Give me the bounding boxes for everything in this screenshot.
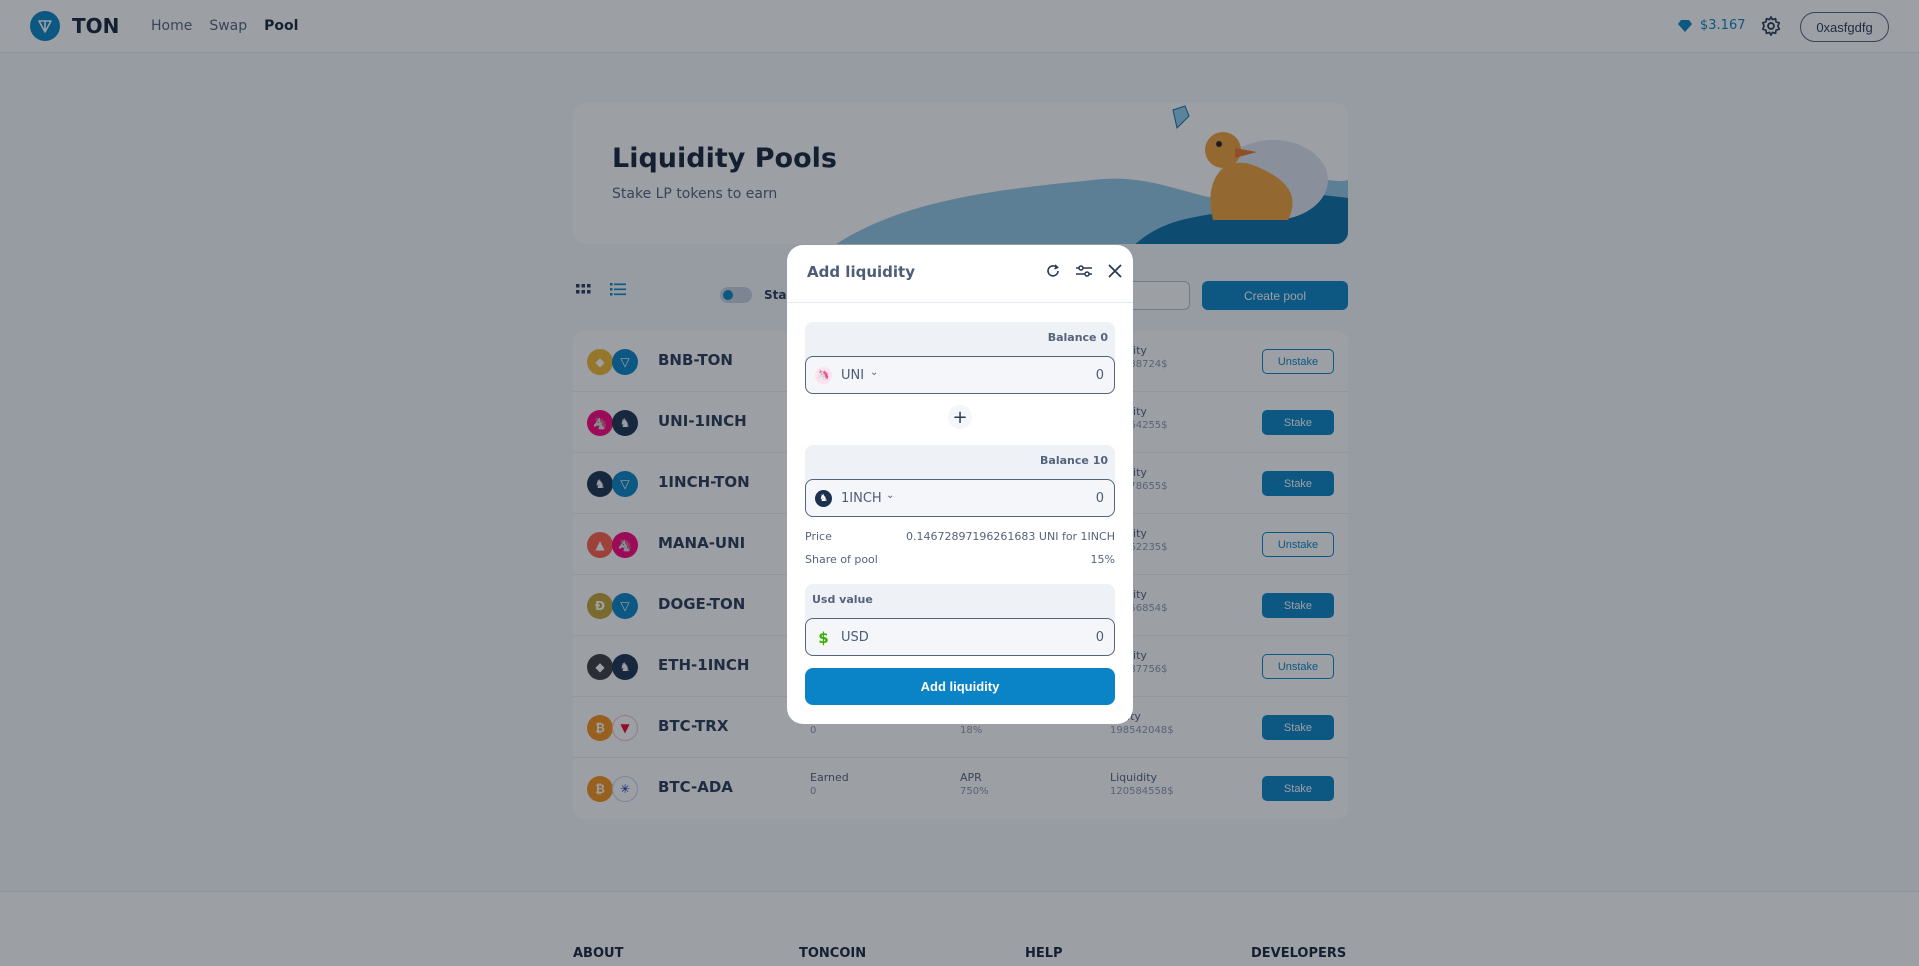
chevron-down-icon[interactable]: ⌄ — [870, 367, 878, 378]
token2-input-row: ♞ 1INCH ⌄ 0 — [805, 479, 1115, 517]
token1-panel: Balance 0 🦄 UNI ⌄ 0 — [805, 322, 1115, 394]
token2-amount-input[interactable]: 0 — [1096, 491, 1104, 506]
settings-sliders-icon[interactable] — [1074, 261, 1094, 281]
modal-title: Add liquidity — [807, 263, 915, 281]
1inch-icon: ♞ — [815, 490, 832, 507]
token1-input-row: 🦄 UNI ⌄ 0 — [805, 356, 1115, 394]
dollar-icon: $ — [818, 628, 829, 647]
usd-amount-input[interactable]: 0 — [1096, 630, 1104, 645]
chevron-down-icon[interactable]: ⌄ — [886, 490, 894, 501]
plus-icon: + — [948, 405, 972, 429]
share-row: Share of pool 15% — [805, 553, 1115, 566]
token2-balance: Balance 10 — [1040, 454, 1108, 467]
usd-label: Usd value — [812, 593, 873, 606]
token1-select[interactable]: UNI — [841, 368, 864, 383]
price-label: Price — [805, 530, 832, 543]
modal-divider — [787, 302, 1133, 303]
usd-symbol: USD — [841, 630, 869, 645]
token2-select[interactable]: 1INCH — [841, 491, 882, 506]
share-value: 15% — [1090, 553, 1115, 566]
close-icon[interactable] — [1105, 261, 1125, 281]
share-label: Share of pool — [805, 553, 878, 566]
add-liquidity-modal: Add liquidity Balance 0 🦄 UNI ⌄ 0 + Bala… — [787, 245, 1133, 724]
token1-amount-input[interactable]: 0 — [1096, 368, 1104, 383]
refresh-icon[interactable] — [1043, 261, 1063, 281]
token2-panel: Balance 10 ♞ 1INCH ⌄ 0 — [805, 445, 1115, 517]
price-row: Price 0.14672897196261683 UNI for 1INCH — [805, 530, 1115, 543]
add-liquidity-button[interactable]: Add liquidity — [805, 668, 1115, 705]
price-value: 0.14672897196261683 UNI for 1INCH — [905, 530, 1115, 543]
uni-icon: 🦄 — [815, 367, 832, 384]
usd-input-row: $ USD 0 — [805, 618, 1115, 656]
token1-balance: Balance 0 — [1047, 331, 1108, 344]
usd-panel: Usd value $ USD 0 — [805, 584, 1115, 656]
